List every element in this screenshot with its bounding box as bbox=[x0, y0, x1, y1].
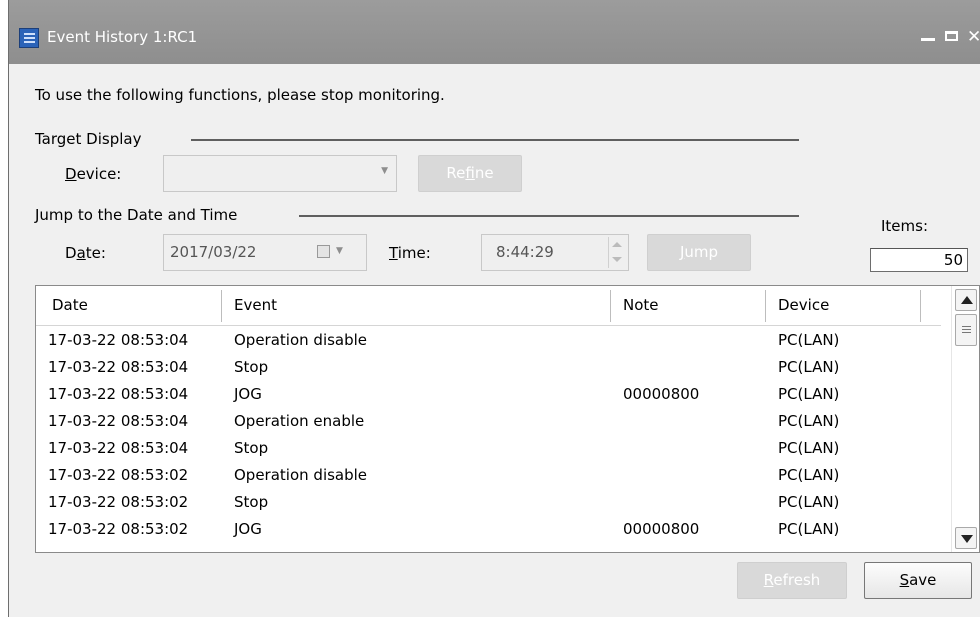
column-header-date[interactable]: Date bbox=[52, 296, 88, 314]
scroll-up-button[interactable] bbox=[955, 289, 977, 311]
items-label: Items: bbox=[881, 217, 929, 235]
column-separator[interactable] bbox=[920, 290, 921, 322]
cell-date: 17-03-22 08:53:04 bbox=[48, 439, 189, 457]
event-list-header: Date Event Note Device bbox=[36, 286, 941, 326]
window-title: Event History 1:RC1 bbox=[47, 28, 198, 46]
date-picker[interactable]: 2017/03/22 ▼ bbox=[163, 234, 367, 271]
column-separator[interactable] bbox=[765, 290, 766, 322]
table-row[interactable]: 17-03-22 08:53:02 Operation disable PC(LAN… bbox=[36, 463, 941, 490]
cell-device: PC(LAN) bbox=[778, 385, 840, 403]
cell-device: PC(LAN) bbox=[778, 412, 840, 430]
arrow-up-icon bbox=[961, 296, 973, 304]
cell-device: PC(LAN) bbox=[778, 520, 840, 538]
jump-section-label: Jump to the Date and Time bbox=[35, 206, 238, 224]
time-spinner[interactable]: 8:44:29 bbox=[481, 234, 629, 271]
dropdown-arrow-icon: ▼ bbox=[336, 246, 343, 256]
maximize-icon[interactable] bbox=[945, 31, 958, 41]
monitoring-notice: To use the following functions, please s… bbox=[35, 86, 445, 104]
column-header-note[interactable]: Note bbox=[623, 296, 659, 314]
refine-button[interactable]: Refine bbox=[418, 155, 522, 192]
target-display-section-label: Target Display bbox=[35, 130, 142, 148]
cell-device: PC(LAN) bbox=[778, 466, 840, 484]
dropdown-arrow-icon: ▼ bbox=[381, 166, 388, 176]
spin-down-icon[interactable] bbox=[612, 257, 622, 262]
save-button[interactable]: Save bbox=[864, 562, 972, 599]
spin-up-icon[interactable] bbox=[612, 242, 622, 247]
cell-date: 17-03-22 08:53:04 bbox=[48, 331, 189, 349]
jump-button[interactable]: Jump bbox=[647, 234, 751, 271]
grip-line bbox=[962, 326, 971, 327]
cell-note: 00000800 bbox=[623, 520, 700, 538]
cell-event: Operation disable bbox=[234, 331, 368, 349]
cell-event: Operation disable bbox=[234, 466, 368, 484]
cell-device: PC(LAN) bbox=[778, 493, 840, 511]
event-list[interactable]: Date Event Note Device 17-03-22 08:53:04… bbox=[35, 285, 980, 553]
grip-line bbox=[962, 329, 971, 330]
scroll-thumb[interactable] bbox=[955, 314, 977, 346]
date-value: 2017/03/22 bbox=[170, 243, 257, 261]
event-history-window: Event History 1:RC1 ✕ To use the followi… bbox=[8, 0, 980, 617]
table-row[interactable]: 17-03-22 08:53:02 JOG 00000800 PC(LAN) bbox=[36, 517, 941, 544]
arrow-down-icon bbox=[961, 535, 973, 543]
column-header-device[interactable]: Device bbox=[778, 296, 829, 314]
cell-date: 17-03-22 08:53:04 bbox=[48, 358, 189, 376]
jump-section-divider bbox=[299, 215, 799, 217]
cell-event: Stop bbox=[234, 493, 269, 511]
scroll-down-button[interactable] bbox=[955, 527, 977, 549]
table-row[interactable]: 17-03-22 08:53:04 Stop PC(LAN) bbox=[36, 355, 941, 382]
cell-date: 17-03-22 08:53:02 bbox=[48, 466, 189, 484]
table-row[interactable]: 17-03-22 08:53:04 Operation enable PC(LAN) bbox=[36, 409, 941, 436]
column-separator[interactable] bbox=[610, 290, 611, 322]
close-icon[interactable]: ✕ bbox=[967, 27, 980, 47]
minimize-icon[interactable] bbox=[921, 38, 935, 41]
table-row[interactable]: 17-03-22 08:53:04 Stop PC(LAN) bbox=[36, 436, 941, 463]
items-input[interactable]: 50 bbox=[870, 248, 968, 272]
cell-device: PC(LAN) bbox=[778, 439, 840, 457]
date-label: Date: bbox=[65, 244, 106, 262]
cell-date: 17-03-22 08:53:02 bbox=[48, 520, 189, 538]
spin-buttons[interactable] bbox=[608, 237, 626, 268]
cell-date: 17-03-22 08:53:02 bbox=[48, 493, 189, 511]
window-app-icon bbox=[19, 28, 39, 48]
target-display-divider bbox=[191, 139, 799, 141]
cell-event: Stop bbox=[234, 439, 269, 457]
grip-line bbox=[962, 332, 971, 333]
table-row[interactable]: 17-03-22 08:53:02 Stop PC(LAN) bbox=[36, 490, 941, 517]
cell-event: Stop bbox=[234, 358, 269, 376]
cell-date: 17-03-22 08:53:04 bbox=[48, 412, 189, 430]
title-bar[interactable]: Event History 1:RC1 ✕ bbox=[9, 0, 980, 64]
vertical-scrollbar[interactable] bbox=[951, 286, 979, 552]
cell-event: JOG bbox=[234, 385, 262, 403]
cell-event: Operation enable bbox=[234, 412, 365, 430]
table-row[interactable]: 17-03-22 08:53:04 Operation disable PC(LAN… bbox=[36, 328, 941, 355]
calendar-icon[interactable] bbox=[317, 245, 330, 258]
cell-note: 00000800 bbox=[623, 385, 700, 403]
time-value: 8:44:29 bbox=[496, 243, 554, 261]
device-select[interactable]: ▼ bbox=[163, 155, 397, 192]
cell-date: 17-03-22 08:53:04 bbox=[48, 385, 189, 403]
cell-device: PC(LAN) bbox=[778, 331, 840, 349]
cell-event: JOG bbox=[234, 520, 262, 538]
column-separator[interactable] bbox=[221, 290, 222, 322]
column-header-event[interactable]: Event bbox=[234, 296, 277, 314]
refresh-button[interactable]: Refresh bbox=[737, 562, 847, 599]
cell-device: PC(LAN) bbox=[778, 358, 840, 376]
device-label: Device: bbox=[65, 165, 122, 183]
table-row[interactable]: 17-03-22 08:53:04 JOG 00000800 PC(LAN) bbox=[36, 382, 941, 409]
time-label: Time: bbox=[389, 244, 431, 262]
